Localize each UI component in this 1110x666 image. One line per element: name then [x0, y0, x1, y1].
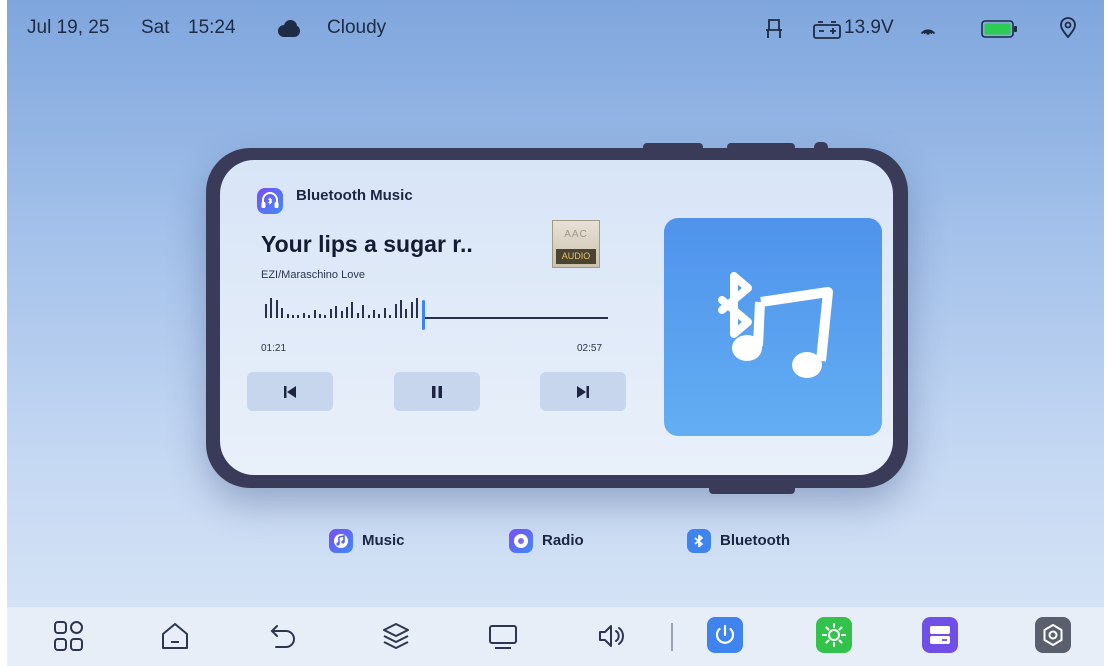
- codec-sublabel: AUDIO: [556, 249, 596, 264]
- pause-icon: [432, 385, 442, 398]
- seat-icon: [766, 19, 782, 38]
- source-label: Radio: [542, 532, 584, 549]
- location-icon: [1060, 17, 1076, 39]
- radio-icon: [509, 529, 533, 553]
- waveform-bar: [308, 315, 311, 318]
- layers-icon[interactable]: [379, 619, 413, 653]
- bluetooth-icon: [687, 529, 711, 553]
- waveform-bar: [383, 308, 386, 318]
- bluetooth-music-card: Bluetooth Music Your lips a sugar r.. EZ…: [206, 142, 908, 494]
- phone-button: [643, 143, 703, 151]
- waveform-bar: [373, 310, 375, 318]
- source-label: Music: [362, 532, 405, 549]
- waveform-bar: [324, 315, 327, 318]
- weather-label: Cloudy: [327, 17, 387, 38]
- music-icon: [329, 529, 353, 553]
- waveform-bar: [286, 314, 289, 318]
- elapsed-time: 01:21: [261, 343, 287, 354]
- waveform-bar: [410, 302, 413, 318]
- waveform-bar: [367, 315, 370, 318]
- waveform-bar: [378, 314, 381, 318]
- waveform-bar: [265, 304, 267, 318]
- status-bar: Jul 19, 25 Sat 15:24 Cloudy 13.9V: [7, 0, 1104, 56]
- status-date: Jul 19, 25: [27, 17, 110, 38]
- waveform-bar: [405, 309, 408, 318]
- waveform-bar: [319, 314, 321, 318]
- status-day: Sat: [141, 17, 170, 38]
- total-duration: 02:57: [577, 343, 603, 354]
- battery-icon: [981, 20, 1017, 38]
- bluetooth-music-icon: [718, 272, 833, 378]
- waveform-bar: [297, 315, 300, 318]
- power-icon: [715, 624, 735, 644]
- waveform-bar: [416, 298, 419, 318]
- home-screen: Jul 19, 25 Sat 15:24 Cloudy 13.9V Blueto…: [7, 0, 1104, 666]
- previous-icon: [284, 385, 296, 398]
- dock-divider: [671, 623, 673, 651]
- waveform-bar: [389, 315, 392, 318]
- source-label: Bluetooth: [720, 532, 790, 549]
- storage-button[interactable]: [922, 617, 958, 653]
- pause-button[interactable]: [394, 372, 480, 411]
- apps-grid-icon[interactable]: [52, 619, 86, 653]
- waveform-bar: [281, 308, 284, 318]
- song-title: Your lips a sugar r..: [261, 231, 473, 257]
- next-icon: [577, 385, 589, 398]
- status-time: 15:24: [188, 17, 236, 38]
- phone-button: [814, 142, 828, 152]
- artist-name: EZI/Maraschino Love: [261, 269, 365, 281]
- next-button[interactable]: [540, 372, 626, 411]
- aac-audio-badge: AAC AUDIO: [552, 220, 600, 268]
- waveform-bar: [394, 304, 397, 318]
- cloud-icon: [276, 20, 302, 37]
- waveform-bar: [275, 300, 278, 318]
- volume-icon[interactable]: [594, 619, 628, 653]
- codec-label: AAC: [564, 229, 588, 240]
- waveform-bar: [346, 307, 348, 318]
- screen-icon[interactable]: [486, 619, 520, 653]
- waveform-bar: [329, 309, 332, 318]
- waveform-bar: [400, 300, 402, 318]
- waveform-bar: [292, 315, 294, 318]
- waveform-bar: [356, 313, 359, 318]
- waveform-bar: [270, 298, 273, 318]
- back-icon[interactable]: [266, 619, 300, 653]
- previous-button[interactable]: [247, 372, 333, 411]
- progress-handle[interactable]: [422, 300, 425, 330]
- home-icon[interactable]: [158, 619, 192, 653]
- progress-track[interactable]: [423, 317, 608, 319]
- waveform-bar: [362, 305, 365, 318]
- voltage-readout: 13.9V: [844, 17, 894, 38]
- bluetooth-music-app-icon: [257, 188, 283, 214]
- settings-icon: [1043, 624, 1063, 646]
- app-title: Bluetooth Music: [296, 187, 413, 204]
- player-screen: Bluetooth Music Your lips a sugar r.. EZ…: [220, 160, 893, 475]
- phone-button: [709, 482, 795, 494]
- bottom-dock: [7, 607, 1104, 666]
- waveform-bar: [351, 302, 354, 318]
- storage-icon: [930, 626, 950, 644]
- waveform-bar: [340, 311, 343, 318]
- brightness-icon: [822, 623, 846, 647]
- power-button[interactable]: [707, 617, 743, 653]
- waveform-bar: [335, 306, 338, 318]
- waveform-bar: [313, 310, 316, 318]
- settings-button[interactable]: [1035, 617, 1071, 653]
- brightness-button[interactable]: [816, 617, 852, 653]
- car-battery-icon: [813, 21, 841, 39]
- waveform-bar: [302, 313, 305, 318]
- phone-button: [727, 143, 795, 151]
- album-art: [664, 218, 882, 436]
- signal-icon: [921, 29, 935, 35]
